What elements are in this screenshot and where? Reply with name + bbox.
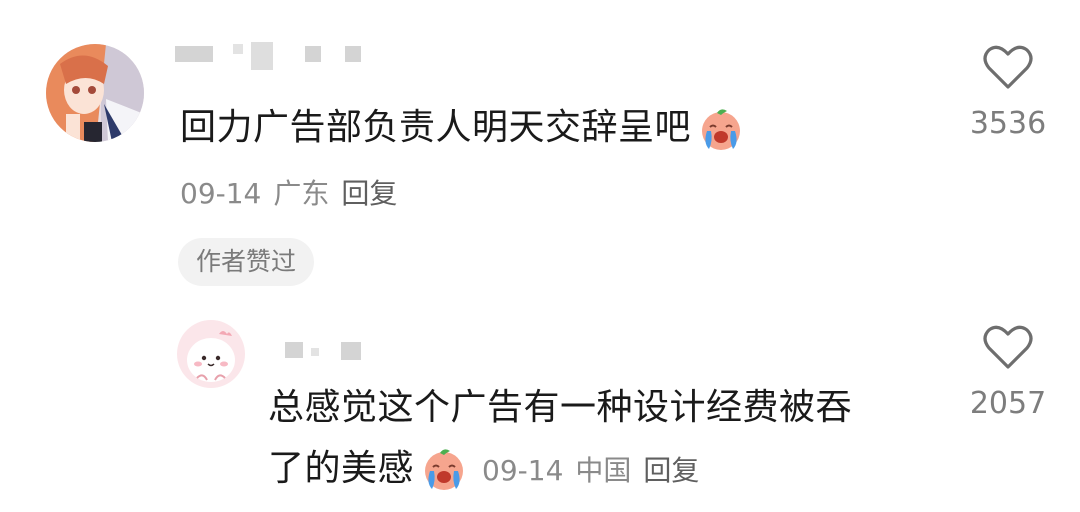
comment-text: 回力广告部负责人明天交辞呈吧 [180, 104, 745, 153]
comment-meta: 09-14 广东 回复 [180, 174, 397, 214]
commenter-avatar[interactable] [46, 44, 144, 142]
replier-name-blurred[interactable] [285, 336, 375, 364]
reply-text-line-2: 了的美感 [268, 448, 415, 489]
like-count: 3536 [969, 106, 1047, 141]
reply-like-button[interactable]: 2057 [958, 324, 1058, 422]
reply-date: 09-14 [482, 454, 564, 487]
heart-outline-icon [983, 45, 1033, 89]
comment-body: 回力广告部负责人明天交辞呈吧 [180, 107, 692, 148]
cartoon-pink-creature-avatar-icon [177, 320, 245, 388]
replier-avatar[interactable] [177, 320, 245, 388]
crying-face-emoji-icon [420, 445, 468, 493]
like-button[interactable]: 3536 [958, 44, 1058, 142]
author-liked-badge: 作者赞过 [178, 238, 315, 286]
commenter-name-blurred[interactable] [175, 42, 375, 70]
heart-outline-icon [983, 325, 1033, 369]
comment-thread: 回力广告部负责人明天交辞呈吧 09-14 广东 回复 作者赞过 3536 总感觉… [0, 0, 1080, 512]
reply-text-line-1: 总感觉这个广告有一种设计经费被吞 [268, 387, 853, 428]
reply-location: 中国 [575, 454, 632, 487]
comment-date: 09-14 [180, 177, 262, 210]
reply-button[interactable]: 回复 [341, 177, 397, 210]
crying-face-emoji-icon [697, 105, 745, 153]
reply-text-line-2-row: 了的美感 09-14 中国 回复 [268, 444, 699, 494]
reply-meta: 09-14 中国 回复 [482, 449, 699, 489]
anime-girl-avatar-icon [46, 44, 144, 142]
reply-like-count: 2057 [969, 386, 1047, 421]
reply-reply-button[interactable]: 回复 [643, 454, 699, 487]
comment-location: 广东 [273, 177, 330, 210]
